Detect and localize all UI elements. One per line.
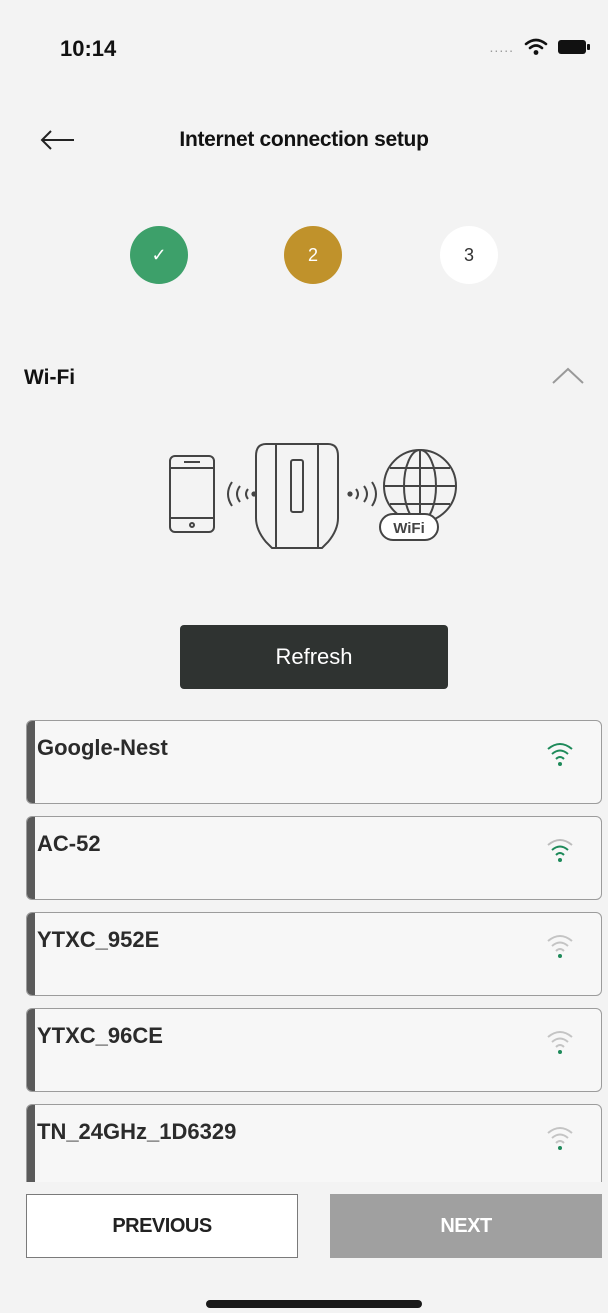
- wifi-network-item[interactable]: YTXC_952E: [26, 912, 602, 996]
- wifi-setup-illustration: WiFi: [169, 443, 457, 549]
- wifi-status-icon: [524, 38, 548, 55]
- next-button[interactable]: NEXT: [330, 1194, 602, 1258]
- network-name: TN_24GHz_1D6329: [37, 1119, 237, 1144]
- status-time: 10:14: [60, 36, 117, 61]
- charger-device-icon: [255, 443, 339, 549]
- step-indicator: ✓ 2 3: [0, 226, 608, 286]
- wifi-section-header[interactable]: Wi-Fi: [24, 360, 588, 400]
- battery-icon: [558, 40, 590, 54]
- step-3-pending: 3: [440, 226, 498, 284]
- previous-button[interactable]: PREVIOUS: [26, 1194, 298, 1258]
- network-name: YTXC_96CE: [37, 1023, 163, 1048]
- network-name: Google-Nest: [37, 735, 168, 760]
- home-indicator[interactable]: [206, 1300, 422, 1308]
- phone-icon: [169, 455, 215, 533]
- wifi-network-item[interactable]: TN_24GHz_1D6329: [26, 1104, 602, 1182]
- globe-icon: [383, 449, 457, 523]
- wifi-signal-strong-icon: [547, 839, 573, 862]
- network-name: AC-52: [37, 831, 101, 856]
- wifi-signal-weak-icon: [547, 935, 573, 958]
- step-1-completed: ✓: [130, 226, 188, 284]
- item-accent-bar: [27, 1105, 35, 1182]
- refresh-button[interactable]: Refresh: [180, 625, 448, 689]
- section-title: Wi-Fi: [24, 366, 76, 389]
- page-title: Internet connection setup: [179, 128, 429, 151]
- wifi-network-list[interactable]: Google-Nest AC-52 YTXC_952E YTXC_96CE TN…: [26, 720, 602, 1182]
- signal-waves-right-icon: [347, 481, 377, 507]
- item-accent-bar: [27, 817, 35, 899]
- wifi-signal-weak-icon: [547, 1127, 573, 1150]
- wifi-signal-strong-icon: [547, 743, 573, 766]
- network-name: YTXC_952E: [37, 927, 160, 952]
- app-header: Internet connection setup: [0, 110, 608, 170]
- wifi-badge-text: WiFi: [393, 520, 425, 537]
- wifi-network-item[interactable]: Google-Nest: [26, 720, 602, 804]
- signal-waves-left-icon: [227, 481, 257, 507]
- cellular-signal-icon: .....: [489, 39, 514, 55]
- wifi-network-item[interactable]: YTXC_96CE: [26, 1008, 602, 1092]
- item-accent-bar: [27, 913, 35, 995]
- item-accent-bar: [27, 1009, 35, 1091]
- chevron-up-icon[interactable]: [550, 364, 586, 388]
- status-bar: 10:14 .....: [0, 0, 608, 90]
- item-accent-bar: [27, 721, 35, 803]
- status-icons: .....: [489, 38, 590, 56]
- wifi-signal-weak-icon: [547, 1031, 573, 1054]
- wifi-network-item[interactable]: AC-52: [26, 816, 602, 900]
- step-2-current: 2: [284, 226, 342, 284]
